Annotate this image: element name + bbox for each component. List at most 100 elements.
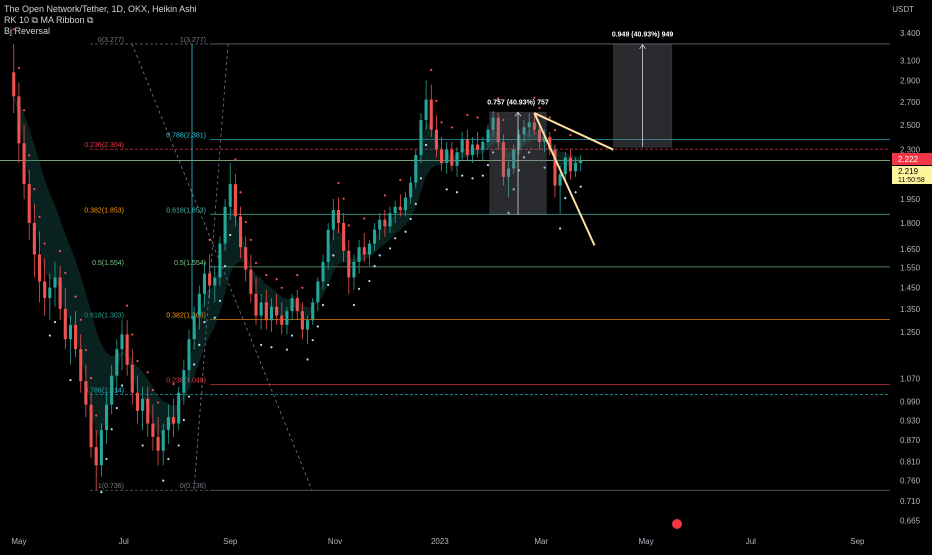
reversal-dot [95,414,98,417]
candle-body [213,277,217,286]
reversal-dot [538,106,541,109]
reversal-dot [419,177,423,180]
fib-retracement-layer: 0(3.277) 1(3.277) 0.786(2.381) 0.236(2.304)… [0,37,890,491]
candle-body [104,404,109,431]
candle-body [125,334,129,365]
candle-body [259,302,263,316]
reversal-dot [404,230,407,233]
reversal-dot [115,406,118,410]
candle-body [460,139,464,153]
candle-body [450,149,454,166]
price-tick-label: 1.550 [900,264,921,273]
fib-left-label: 1(0.736) [98,483,124,490]
candle-body [383,219,387,227]
candle-body [161,430,165,451]
candle-body [275,306,279,316]
price-tick-label: 0.870 [900,436,921,445]
earnings-event-icon [672,519,682,529]
candle-body [58,277,62,309]
candle-body [579,160,583,163]
reversal-dot [440,121,443,124]
candle-body [434,129,438,150]
reversal-dot [156,401,160,404]
candle-body [27,184,31,223]
candle-body [43,281,47,299]
price-axis[interactable]: 3.4003.1002.9002.7002.5002.3002.1001.950… [892,29,932,526]
candle-body [84,381,88,405]
candle-body [244,247,248,270]
candle-body [429,99,433,130]
reversal-dot [120,384,124,387]
symbol-title[interactable]: The Open Network/Tether, 1D, OKX, Heikin… [4,4,197,15]
candle-body [300,311,304,330]
candle-body [445,149,449,163]
fib-left-label: 0.236(2.304) [84,142,124,149]
reversal-dot [383,194,386,197]
indicator-bj-reversal[interactable]: Bj Reversal [4,26,197,37]
candle-body [373,229,377,244]
reversal-dot [74,295,77,298]
candle-body [295,298,299,312]
measure-label: 0.757 (40.93%) 757 [487,99,549,106]
candle-body [476,144,480,150]
candle-body [264,302,268,321]
candle-body [285,311,289,325]
candle-body [130,364,134,393]
reversal-dot [167,457,170,461]
time-axis[interactable]: May Jul Sep Nov 2023 Mar May Jul Sep [11,519,865,546]
reversal-dot [347,224,350,227]
candle-body [182,370,186,393]
price-tick-label: 1.350 [900,305,921,314]
reversal-dot [450,126,453,129]
time-tick-label: Mar [534,537,548,546]
price-chart[interactable]: 0(3.277) 1(3.277) 0.786(2.381) 0.236(2.304)… [0,0,932,550]
reversal-dot [368,279,371,283]
candle-body [146,398,150,424]
candle-body [187,339,191,371]
reversal-dot [280,286,283,289]
fib-right-label: 0.786(2.381) [166,132,206,139]
reversal-dot [64,271,67,275]
candle-body [563,157,567,175]
last-price-text: 2.219 [898,167,919,176]
candle-body [357,247,361,262]
reversal-dot [435,99,438,102]
candle-body [218,243,222,278]
reversal-dot [38,215,41,218]
measure-label: 0.949 (40.93%) 949 [612,32,674,39]
price-tick-label: 1.800 [900,219,921,228]
candle-body [177,392,181,424]
candle-body [120,334,124,350]
candle-body [171,417,176,424]
reversal-dot [425,143,428,147]
fib-right-label: 0(0.736) [180,483,206,490]
price-tick-label: 3.100 [900,57,921,66]
indicator-ma-ribbon[interactable]: RK 10 ⧉ MA Ribbon ⧉ [4,15,197,26]
price-tick-label: 1.650 [900,245,921,254]
reversal-dot [301,286,304,289]
candle-body [306,320,310,330]
candle-body [470,144,475,155]
candle-body [352,261,356,278]
reversal-dot [363,217,366,220]
chart-area[interactable]: 0(3.277) 1(3.277) 0.786(2.381) 0.236(2.304)… [0,0,932,550]
candle-body [238,216,243,248]
candle-body [269,306,274,321]
reversal-dot [394,237,397,240]
reversal-dot [357,287,361,290]
time-tick-label: May [11,537,26,546]
candle-body [311,302,315,321]
candle-body [254,293,258,316]
time-tick-label: Jul [119,537,129,546]
reversal-dot [559,227,562,230]
reversal-dot [486,163,490,167]
candle-body [48,287,52,299]
reversal-dot [131,333,134,336]
time-tick-label: May [638,537,653,546]
candle-body [166,417,170,431]
candle-body [378,219,382,230]
currency-label: USDT [892,5,914,14]
candle-body [409,182,413,198]
reversal-dot [177,444,180,447]
reversal-dot [476,116,479,119]
